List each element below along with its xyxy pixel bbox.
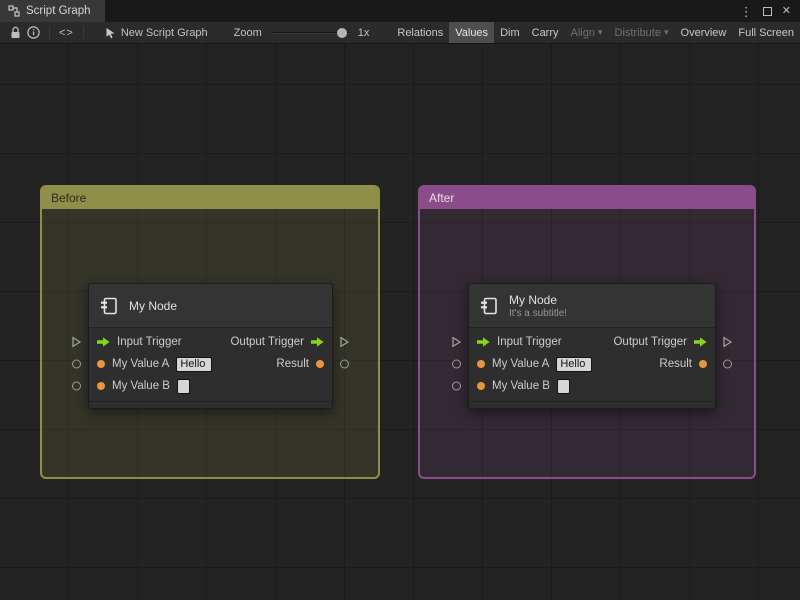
info-icon[interactable] <box>24 22 42 43</box>
output-trigger-label: Output Trigger <box>613 336 687 348</box>
output-trigger-label: Output Trigger <box>230 336 304 348</box>
group-header-before[interactable]: Before <box>42 187 378 209</box>
close-icon[interactable]: ✕ <box>782 5 791 17</box>
overview-button[interactable]: Overview <box>675 22 733 43</box>
node-port-rows: Input Trigger Output Trigger My Value A <box>452 328 732 401</box>
node-header[interactable]: My Node It's a subtitle! <box>469 284 715 328</box>
outer-flow-input-port[interactable] <box>452 336 461 348</box>
graph-pointer-icon <box>105 22 116 43</box>
value-input-port-icon[interactable] <box>97 382 105 390</box>
node-title: My Node <box>509 292 558 307</box>
node-footer <box>469 401 715 408</box>
node-icon <box>480 296 500 316</box>
port-row-value-b: My Value B <box>72 375 332 397</box>
flow-input-port-icon[interactable] <box>477 337 490 347</box>
align-button[interactable]: Align ▾ <box>565 22 609 43</box>
node-icon <box>100 296 120 316</box>
result-label: Result <box>276 358 309 370</box>
dim-button[interactable]: Dim <box>494 22 526 43</box>
zoom-label: Zoom <box>233 26 262 39</box>
graph-name-breadcrumb[interactable]: New Script Graph <box>121 27 208 39</box>
zoom-value: 1x <box>357 26 370 39</box>
fullscreen-button[interactable]: Full Screen <box>732 22 800 43</box>
zoom-slider[interactable] <box>270 22 351 43</box>
port-row-value-b: My Value B <box>452 375 715 397</box>
distribute-button[interactable]: Distribute ▾ <box>609 22 675 43</box>
node-title: My Node <box>129 298 178 313</box>
distribute-button-label: Distribute <box>614 26 661 39</box>
my-value-a-label: My Value A <box>492 358 550 370</box>
port-row-trigger: Input Trigger Output Trigger <box>72 331 349 353</box>
tab-label: Script Graph <box>26 5 91 17</box>
outer-value-output-port[interactable] <box>340 359 349 369</box>
graph-canvas[interactable]: Before After My Node Input Trigger Outpu… <box>0 44 800 600</box>
flow-output-port-icon[interactable] <box>311 337 324 347</box>
outer-value-input-port[interactable] <box>72 381 81 391</box>
value-a-input-field[interactable] <box>176 356 213 372</box>
relations-button[interactable]: Relations <box>391 22 449 43</box>
node-subtitle: It's a subtitle! <box>509 307 568 319</box>
toolbar-divider <box>82 26 84 39</box>
flow-input-port-icon[interactable] <box>97 337 110 347</box>
result-label: Result <box>659 358 692 370</box>
titlebar-spacer <box>105 0 740 22</box>
outer-flow-output-port[interactable] <box>723 336 732 348</box>
graph-toolbar: <> New Script Graph Zoom 1x Relations Va… <box>0 22 800 44</box>
toolbar-button-group: Relations Values Dim Carry Align ▾ Distr… <box>391 22 800 43</box>
lock-icon[interactable] <box>6 22 24 43</box>
port-row-trigger: Input Trigger Output Trigger <box>452 331 732 353</box>
align-button-label: Align <box>570 26 595 39</box>
value-output-port-icon[interactable] <box>699 360 707 368</box>
chevron-down-icon: ▾ <box>663 27 669 37</box>
toolbar-divider <box>49 26 50 39</box>
node-port-rows: Input Trigger Output Trigger My Value A <box>72 328 349 401</box>
flow-output-port-icon[interactable] <box>694 337 707 347</box>
value-input-port-icon[interactable] <box>97 360 105 368</box>
value-b-input-field[interactable] <box>176 378 190 394</box>
node-header[interactable]: My Node <box>89 284 332 328</box>
outer-flow-input-port[interactable] <box>72 336 81 348</box>
my-value-b-label: My Value B <box>492 380 550 392</box>
script-graph-icon <box>8 0 20 22</box>
node-footer <box>89 401 332 408</box>
outer-value-input-port[interactable] <box>452 381 461 391</box>
edit-script-icon[interactable]: <> <box>59 27 74 39</box>
value-input-port-icon[interactable] <box>477 382 485 390</box>
zoom-slider-handle[interactable] <box>336 27 347 38</box>
my-value-a-label: My Value A <box>112 358 170 370</box>
tab-script-graph[interactable]: Script Graph <box>0 0 105 22</box>
input-trigger-label: Input Trigger <box>117 336 182 348</box>
port-row-value-a: My Value A Result <box>72 353 349 375</box>
value-input-port-icon[interactable] <box>477 360 485 368</box>
group-header-after[interactable]: After <box>420 187 754 209</box>
chevron-down-icon: ▾ <box>597 27 603 37</box>
carry-button[interactable]: Carry <box>526 22 565 43</box>
titlebar: Script Graph ⋮ ✕ <box>0 0 800 22</box>
input-trigger-label: Input Trigger <box>497 336 562 348</box>
outer-value-input-port[interactable] <box>452 359 461 369</box>
outer-flow-output-port[interactable] <box>340 336 349 348</box>
values-button[interactable]: Values <box>449 22 495 43</box>
value-b-input-field[interactable] <box>556 378 570 394</box>
port-row-value-a: My Value A Result <box>452 353 732 375</box>
node-my-node-before[interactable]: My Node Input Trigger Output Trigger My … <box>72 283 349 409</box>
value-a-input-field[interactable] <box>556 356 593 372</box>
outer-value-input-port[interactable] <box>72 359 81 369</box>
kebab-menu-icon[interactable]: ⋮ <box>740 5 753 18</box>
my-value-b-label: My Value B <box>112 380 170 392</box>
value-output-port-icon[interactable] <box>316 360 324 368</box>
window-controls: ⋮ ✕ <box>740 0 800 22</box>
outer-value-output-port[interactable] <box>723 359 732 369</box>
node-my-node-after[interactable]: My Node It's a subtitle! Input Trigger O… <box>452 283 732 409</box>
maximize-icon[interactable] <box>762 6 772 16</box>
